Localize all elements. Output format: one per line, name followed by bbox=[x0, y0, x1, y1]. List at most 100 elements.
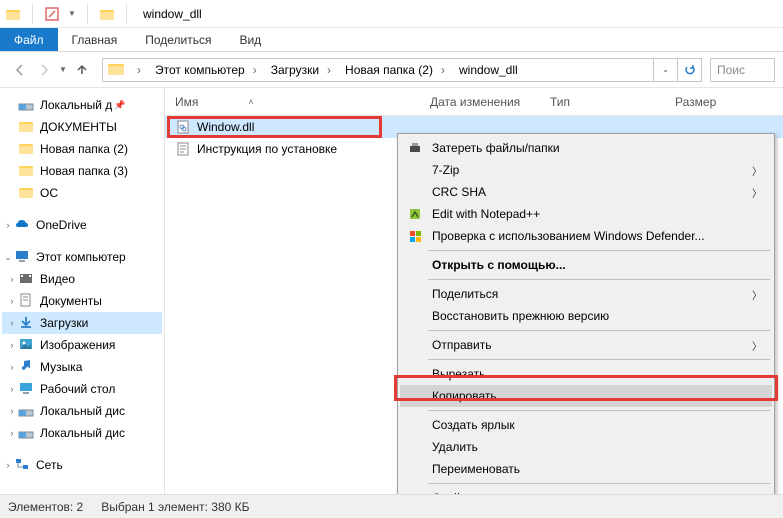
column-header-type[interactable]: Тип bbox=[540, 95, 665, 109]
breadcrumb-bar[interactable]: › Этот компьютер › Загрузки › Новая папк… bbox=[102, 58, 702, 82]
drive-icon bbox=[18, 424, 36, 442]
sidebar-item-downloads[interactable]: ›Загрузки bbox=[2, 312, 162, 334]
status-selected: Выбран 1 элемент: 380 КБ bbox=[101, 500, 249, 514]
ctx-notepadpp[interactable]: Edit with Notepad++ bbox=[400, 203, 772, 225]
sidebar-item-music[interactable]: ›Музыка bbox=[2, 356, 162, 378]
ctx-open-with[interactable]: Открыть с помощью... bbox=[400, 254, 772, 276]
properties-qat-icon[interactable] bbox=[43, 5, 61, 23]
status-bar: Элементов: 2 Выбран 1 элемент: 380 КБ bbox=[0, 494, 783, 518]
ctx-restore-prev[interactable]: Восстановить прежнюю версию bbox=[400, 305, 772, 327]
search-placeholder: Поис bbox=[717, 63, 745, 77]
column-header-name[interactable]: Имя˄ bbox=[165, 95, 420, 109]
ctx-7zip[interactable]: 7-Zip〉 bbox=[400, 159, 772, 181]
ctx-cut[interactable]: Вырезать bbox=[400, 363, 772, 385]
menu-separator bbox=[428, 359, 770, 360]
ribbon-tabs: Файл Главная Поделиться Вид bbox=[0, 28, 783, 52]
qat-dropdown-icon[interactable]: ▼ bbox=[67, 5, 77, 23]
ctx-sendto[interactable]: Отправить〉 bbox=[400, 334, 772, 356]
tab-view[interactable]: Вид bbox=[225, 28, 275, 51]
ctx-create-shortcut[interactable]: Создать ярлык bbox=[400, 414, 772, 436]
breadcrumb-part[interactable]: window_dll bbox=[449, 59, 522, 81]
nav-history-dropdown[interactable]: ▼ bbox=[56, 58, 70, 82]
tab-home[interactable]: Главная bbox=[58, 28, 132, 51]
search-input[interactable]: Поис bbox=[710, 58, 775, 82]
nav-up-button[interactable] bbox=[70, 58, 94, 82]
dll-file-icon bbox=[175, 119, 191, 135]
chevron-right-icon[interactable]: › bbox=[437, 63, 449, 77]
ctx-defender[interactable]: Проверка с использованием Windows Defend… bbox=[400, 225, 772, 247]
tab-file-label: Файл bbox=[14, 33, 44, 47]
sidebar-item-localdisk1[interactable]: ›Локальный дис bbox=[2, 400, 162, 422]
folder-icon bbox=[18, 118, 36, 136]
sidebar-item-local-pinned[interactable]: Локальный д📌 bbox=[2, 94, 162, 116]
breadcrumb-part[interactable]: Этот компьютер bbox=[145, 59, 249, 81]
refresh-button[interactable] bbox=[677, 59, 701, 81]
sidebar-item-pictures[interactable]: ›Изображения bbox=[2, 334, 162, 356]
sidebar-item-np2[interactable]: Новая папка (2) bbox=[2, 138, 162, 160]
downloads-icon bbox=[18, 314, 36, 332]
ctx-copy[interactable]: Копировать bbox=[400, 385, 772, 407]
column-header-size[interactable]: Размер bbox=[665, 95, 745, 109]
sidebar-item-onedrive[interactable]: ›OneDrive bbox=[2, 214, 162, 236]
sidebar-item-documents-folder[interactable]: ДОКУМЕНТЫ bbox=[2, 116, 162, 138]
pc-icon bbox=[14, 248, 32, 266]
documents-icon bbox=[18, 292, 36, 310]
sidebar-item-video[interactable]: ›Видео bbox=[2, 268, 162, 290]
tab-share[interactable]: Поделиться bbox=[131, 28, 225, 51]
drive-icon bbox=[18, 96, 36, 114]
desktop-icon bbox=[18, 380, 36, 398]
breadcrumb-dropdown-button[interactable]: ⌄ bbox=[653, 59, 677, 81]
tab-file[interactable]: Файл bbox=[0, 28, 58, 51]
submenu-arrow-icon: 〉 bbox=[752, 185, 762, 200]
ctx-rename[interactable]: Переименовать bbox=[400, 458, 772, 480]
address-bar: ▼ › Этот компьютер › Загрузки › Новая па… bbox=[0, 52, 783, 88]
nav-forward-button[interactable] bbox=[32, 58, 56, 82]
ctx-erase[interactable]: Затереть файлы/папки bbox=[400, 137, 772, 159]
menu-separator bbox=[428, 483, 770, 484]
explorer-icon[interactable] bbox=[4, 5, 22, 23]
sidebar-item-np3[interactable]: Новая папка (3) bbox=[2, 160, 162, 182]
defender-icon bbox=[406, 227, 424, 245]
text-file-icon bbox=[175, 141, 191, 157]
window-title: window_dll bbox=[143, 7, 202, 21]
sidebar-item-thispc[interactable]: ⌄Этот компьютер bbox=[2, 246, 162, 268]
notepadpp-icon bbox=[406, 205, 424, 223]
menu-separator bbox=[428, 330, 770, 331]
sidebar-item-network[interactable]: ›Сеть bbox=[2, 454, 162, 476]
folder-icon bbox=[18, 184, 36, 202]
sidebar-item-documents[interactable]: ›Документы bbox=[2, 290, 162, 312]
menu-separator bbox=[428, 410, 770, 411]
ctx-share[interactable]: Поделиться〉 bbox=[400, 283, 772, 305]
sidebar-item-desktop[interactable]: ›Рабочий стол bbox=[2, 378, 162, 400]
column-header-date[interactable]: Дата изменения bbox=[420, 95, 540, 109]
pictures-icon bbox=[18, 336, 36, 354]
sidebar-item-localdisk2[interactable]: ›Локальный дис bbox=[2, 422, 162, 444]
sidebar-item-os[interactable]: ОС bbox=[2, 182, 162, 204]
chevron-right-icon[interactable]: › bbox=[323, 63, 335, 77]
breadcrumb-part[interactable]: Загрузки bbox=[261, 59, 323, 81]
title-bar: ▼ window_dll bbox=[0, 0, 783, 28]
nav-back-button[interactable] bbox=[8, 58, 32, 82]
quick-access-toolbar: ▼ window_dll bbox=[4, 4, 202, 24]
drive-icon bbox=[18, 402, 36, 420]
network-icon bbox=[14, 456, 32, 474]
folder-icon bbox=[18, 140, 36, 158]
context-menu: Затереть файлы/папки 7-Zip〉 CRC SHA〉 Edi… bbox=[397, 133, 775, 513]
onedrive-icon bbox=[14, 216, 32, 234]
tab-view-label: Вид bbox=[239, 33, 261, 47]
status-elements: Элементов: 2 bbox=[8, 500, 83, 514]
breadcrumb-part[interactable]: Новая папка (2) bbox=[335, 59, 437, 81]
divider bbox=[87, 4, 88, 24]
navigation-tree: Локальный д📌 ДОКУМЕНТЫ Новая папка (2) Н… bbox=[0, 88, 165, 494]
submenu-arrow-icon: 〉 bbox=[752, 338, 762, 353]
pin-icon: 📌 bbox=[114, 100, 125, 111]
submenu-arrow-icon: 〉 bbox=[752, 163, 762, 178]
ctx-crcsha[interactable]: CRC SHA〉 bbox=[400, 181, 772, 203]
chevron-right-icon[interactable]: › bbox=[133, 63, 145, 77]
printer-icon bbox=[406, 139, 424, 157]
ctx-delete[interactable]: Удалить bbox=[400, 436, 772, 458]
sort-asc-icon: ˄ bbox=[248, 97, 253, 107]
chevron-right-icon[interactable]: › bbox=[249, 63, 261, 77]
file-list-header: Имя˄ Дата изменения Тип Размер bbox=[165, 88, 783, 116]
folder-title-icon bbox=[98, 5, 116, 23]
